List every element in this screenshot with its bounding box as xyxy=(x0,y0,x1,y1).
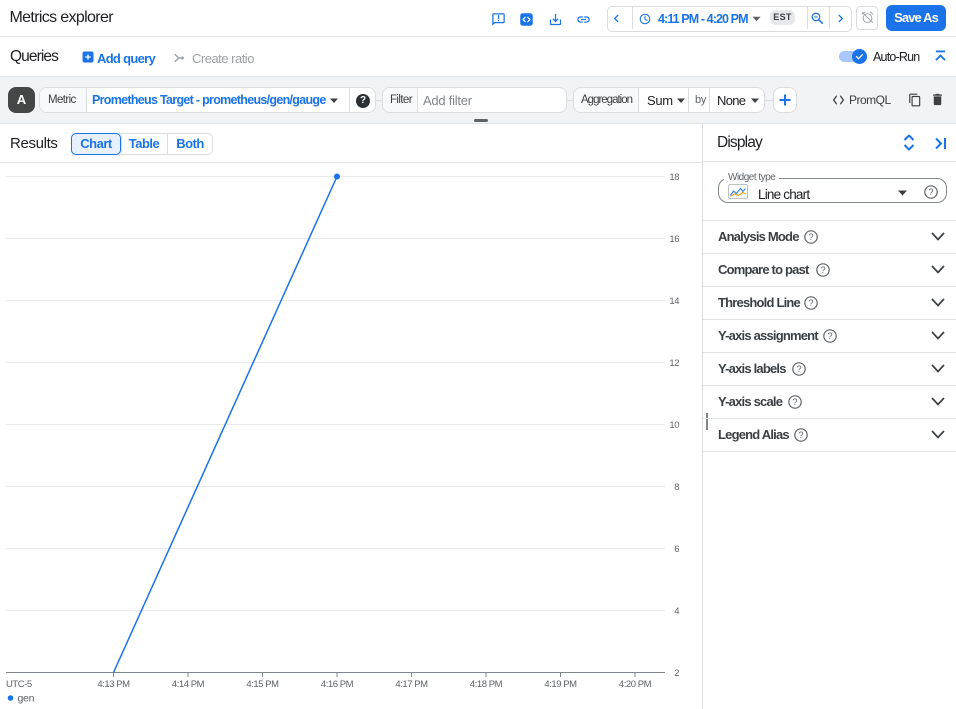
svg-text:18: 18 xyxy=(669,172,679,183)
svg-text:12: 12 xyxy=(669,358,679,369)
svg-text:gen: gen xyxy=(18,693,35,705)
svg-text:?: ? xyxy=(792,397,797,407)
svg-text:?: ? xyxy=(796,364,801,374)
svg-text:4: 4 xyxy=(674,606,679,617)
svg-text:4:18 PM: 4:18 PM xyxy=(470,679,503,690)
svg-text:4:14 PM: 4:14 PM xyxy=(172,679,205,690)
svg-text:4:19 PM: 4:19 PM xyxy=(544,679,577,690)
svg-text:?: ? xyxy=(808,232,813,242)
svg-text:2: 2 xyxy=(674,668,679,679)
svg-text:4:15 PM: 4:15 PM xyxy=(246,679,279,690)
svg-text:?: ? xyxy=(820,265,825,275)
svg-text:4:13 PM: 4:13 PM xyxy=(97,679,130,690)
svg-text:6: 6 xyxy=(674,544,679,555)
svg-text:8: 8 xyxy=(674,482,679,493)
svg-text:10: 10 xyxy=(669,420,679,431)
svg-text:UTC-5: UTC-5 xyxy=(6,679,32,690)
svg-text:?: ? xyxy=(808,298,813,308)
svg-text:4:20 PM: 4:20 PM xyxy=(619,679,652,690)
svg-text:?: ? xyxy=(827,331,832,341)
svg-text:?: ? xyxy=(928,187,933,197)
svg-text:?: ? xyxy=(798,430,803,440)
svg-text:4:16 PM: 4:16 PM xyxy=(321,679,354,690)
svg-text:16: 16 xyxy=(669,234,679,245)
svg-text:4:17 PM: 4:17 PM xyxy=(395,679,428,690)
svg-text:14: 14 xyxy=(669,296,679,307)
